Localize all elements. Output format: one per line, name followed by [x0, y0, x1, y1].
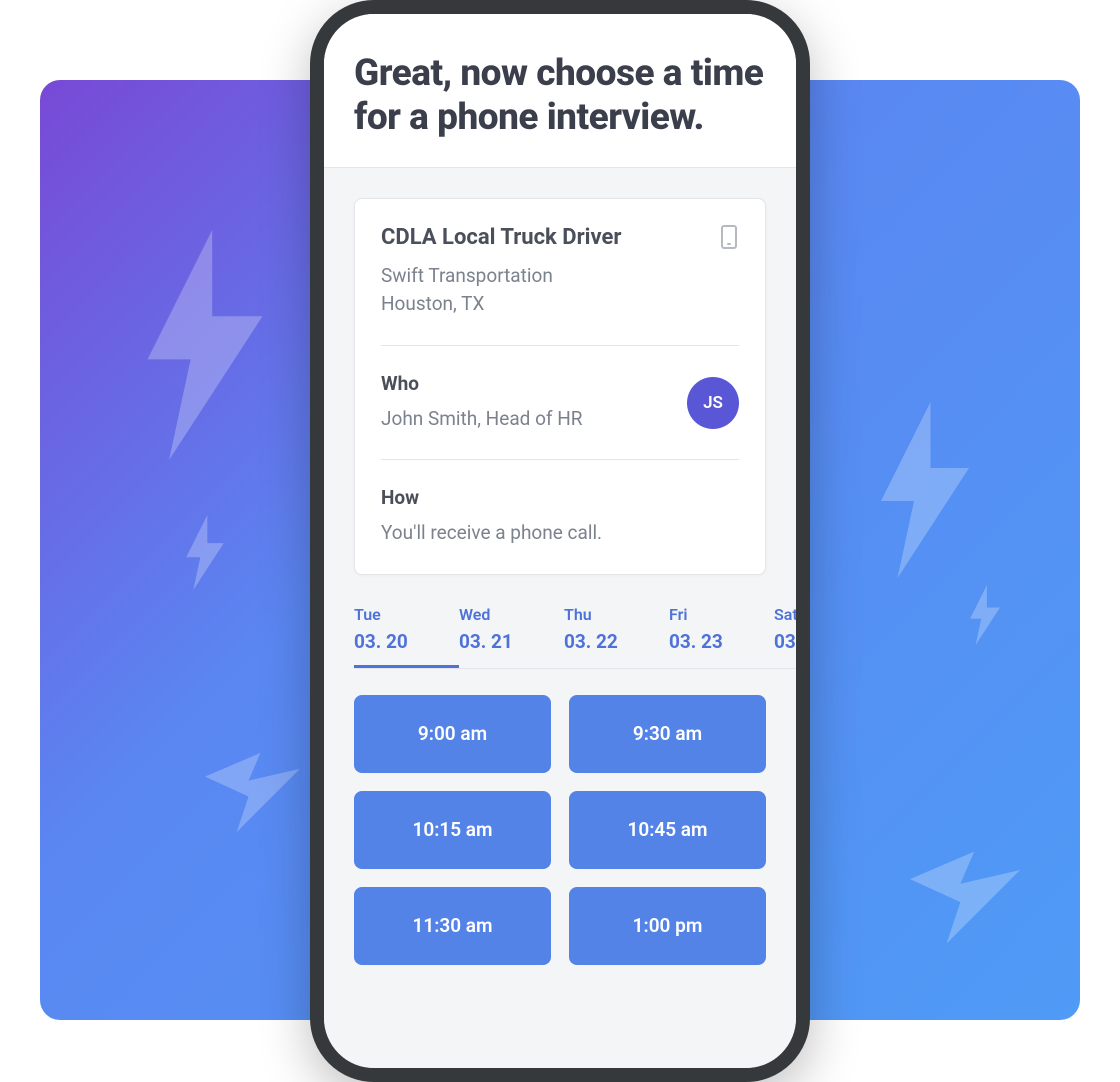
time-slot-grid: 9:00 am9:30 am10:15 am10:45 am11:30 am1:…	[354, 695, 766, 965]
date-tab-day: Tue	[354, 605, 414, 624]
date-tabs: Tue 03. 20Wed 03. 21Thu 03. 22Fri 03. 23Sat 0…	[354, 605, 796, 669]
page-title: Great, now choose a time for a phone int…	[354, 52, 766, 141]
date-tab-date: 03. 20	[354, 630, 459, 653]
date-tab[interactable]: Sat 03.	[774, 605, 796, 668]
date-tab-day: Wed	[459, 605, 564, 624]
job-location: Houston, TX	[381, 290, 739, 319]
date-tab-date: 03.	[774, 630, 796, 653]
time-slot-button[interactable]: 11:30 am	[354, 887, 551, 965]
how-desc: You'll receive a phone call.	[381, 519, 739, 548]
content-area: CDLA Local Truck Driver Swift Transporta…	[324, 168, 796, 1068]
date-tab-day: Fri	[669, 605, 774, 624]
lightning-icon	[205, 750, 300, 835]
lightning-icon	[960, 585, 1010, 645]
lightning-icon	[910, 850, 1020, 945]
who-name: John Smith, Head of HR	[381, 405, 583, 434]
date-tab-day: Sat	[774, 605, 796, 624]
date-tab-date: 03. 23	[669, 630, 774, 653]
time-slot-button[interactable]: 1:00 pm	[569, 887, 766, 965]
time-slot-button[interactable]: 9:30 am	[569, 695, 766, 773]
mobile-phone-icon	[721, 225, 737, 249]
job-company: Swift Transportation	[381, 262, 739, 291]
lightning-icon	[130, 230, 280, 460]
how-label: How	[381, 486, 739, 509]
phone-frame: Great, now choose a time for a phone int…	[310, 0, 810, 1082]
how-section: How You'll receive a phone call.	[381, 460, 739, 574]
who-section: Who John Smith, Head of HR JS	[381, 346, 739, 461]
phone-screen: Great, now choose a time for a phone int…	[324, 14, 796, 1068]
date-tab[interactable]: Wed 03. 21	[459, 605, 564, 668]
job-title: CDLA Local Truck Driver	[381, 225, 739, 250]
who-label: Who	[381, 372, 583, 395]
date-tab[interactable]: Thu 03. 22	[564, 605, 669, 668]
avatar: JS	[687, 377, 739, 429]
date-tab-date: 03. 21	[459, 630, 564, 653]
header: Great, now choose a time for a phone int…	[324, 14, 796, 168]
time-slot-button[interactable]: 10:45 am	[569, 791, 766, 869]
date-tab-date: 03. 22	[564, 630, 669, 653]
time-slot-button[interactable]: 9:00 am	[354, 695, 551, 773]
lightning-icon	[175, 515, 235, 590]
job-info-section: CDLA Local Truck Driver Swift Transporta…	[381, 199, 739, 346]
date-tab[interactable]: Tue 03. 20	[354, 605, 459, 668]
time-slot-button[interactable]: 10:15 am	[354, 791, 551, 869]
date-tab[interactable]: Fri 03. 23	[669, 605, 774, 668]
job-card: CDLA Local Truck Driver Swift Transporta…	[354, 198, 766, 575]
date-tab-day: Thu	[564, 605, 669, 624]
lightning-icon	[870, 400, 980, 580]
